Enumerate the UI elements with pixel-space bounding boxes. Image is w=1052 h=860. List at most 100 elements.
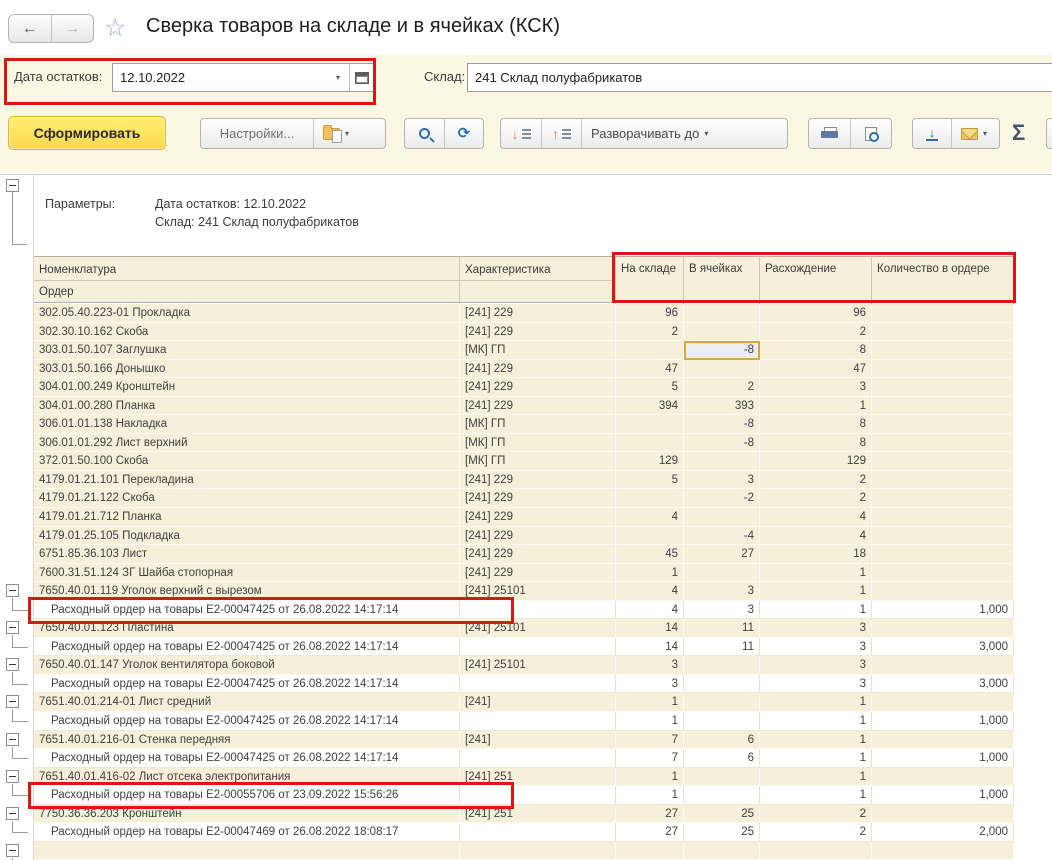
cell-stock[interactable]: 1 (616, 564, 684, 583)
cell-order-qty[interactable] (872, 545, 1014, 564)
cell-nomenclature[interactable]: 7600.31.51.124 ЗГ Шайба стопорная (34, 564, 460, 583)
table-row[interactable]: 306.01.01.292 Лист верхний[МК] ГП-88 (0, 434, 1014, 453)
cell-nomenclature[interactable]: Расходный ордер на товары Е2-00047425 от… (34, 712, 460, 731)
cell-cells[interactable] (684, 304, 760, 323)
table-row[interactable]: 7750.36.36.203 Кронштейн[241] 25127252 (0, 805, 1014, 824)
cell-cells[interactable]: 3 (684, 601, 760, 620)
column-header-stock[interactable]: На складе (616, 257, 684, 304)
group-collapse-marker[interactable] (0, 768, 34, 787)
cell-nomenclature[interactable]: 303.01.50.107 Заглушка (34, 341, 460, 360)
cell-cells[interactable] (684, 564, 760, 583)
cell-discrepancy[interactable]: 1 (760, 712, 872, 731)
cell-stock[interactable]: 14 (616, 619, 684, 638)
table-row[interactable]: 372.01.50.100 Скоба[МК] ГП129129 (0, 452, 1014, 471)
cell-nomenclature[interactable]: 7651.40.01.214-01 Лист средний (34, 693, 460, 712)
column-header-nomenclature[interactable]: Номенклатура Ордер (34, 257, 460, 304)
cell-stock[interactable]: 3 (616, 675, 684, 694)
cell-cells[interactable] (684, 693, 760, 712)
cell-order-qty[interactable] (872, 508, 1014, 527)
cell-stock[interactable]: 27 (616, 805, 684, 824)
cell-discrepancy[interactable] (760, 842, 872, 860)
cell-stock[interactable]: 5 (616, 378, 684, 397)
cell-cells[interactable]: -8 (684, 341, 760, 360)
cell-discrepancy[interactable]: 1 (760, 693, 872, 712)
cell-nomenclature[interactable]: 7650.40.01.119 Уголок верхний с вырезом (34, 582, 460, 601)
settings-button[interactable]: Настройки... (201, 119, 313, 148)
cell-characteristic[interactable] (460, 786, 616, 805)
group-collapse-marker[interactable] (0, 619, 34, 638)
cell-characteristic[interactable]: [241] 229 (460, 508, 616, 527)
find-button[interactable] (405, 119, 444, 148)
cell-order-qty[interactable] (872, 768, 1014, 787)
clipped-edge-button[interactable] (1046, 118, 1052, 149)
cell-characteristic[interactable]: [241] 229 (460, 323, 616, 342)
cell-discrepancy[interactable]: 3 (760, 378, 872, 397)
cell-characteristic[interactable]: [241] 229 (460, 304, 616, 323)
cell-stock[interactable] (616, 415, 684, 434)
group-collapse-marker[interactable] (0, 693, 34, 712)
report-variants-button[interactable]: ▾ (313, 119, 358, 148)
table-row[interactable]: 304.01.00.249 Кронштейн[241] 229523 (0, 378, 1014, 397)
cell-stock[interactable]: 1 (616, 693, 684, 712)
cell-nomenclature[interactable]: 306.01.01.292 Лист верхний (34, 434, 460, 453)
cell-nomenclature[interactable]: 7651.40.01.416-02 Лист отсека электропит… (34, 768, 460, 787)
expand-to-button[interactable]: Разворачивать до ▾ (581, 119, 717, 148)
cell-stock[interactable]: 47 (616, 360, 684, 379)
table-row[interactable]: 4179.01.21.122 Скоба[241] 229-22 (0, 489, 1014, 508)
cell-discrepancy[interactable]: 1 (760, 582, 872, 601)
cell-cells[interactable]: 27 (684, 545, 760, 564)
cell-stock[interactable]: 1 (616, 786, 684, 805)
cell-discrepancy[interactable]: 3 (760, 638, 872, 657)
cell-characteristic[interactable]: [241] 229 (460, 397, 616, 416)
date-dropdown-button[interactable]: ▾ (327, 64, 349, 91)
collapse-groups-button[interactable]: ↓ (501, 119, 541, 148)
table-row[interactable]: 7651.40.01.214-01 Лист средний[241]11 (0, 693, 1014, 712)
cell-discrepancy[interactable]: 2 (760, 323, 872, 342)
table-row[interactable]: 4179.01.25.105 Подкладка[241] 229-44 (0, 527, 1014, 546)
table-row[interactable]: 7650.40.01.123 Пластина[241] 2510114113 (0, 619, 1014, 638)
cell-stock[interactable]: 45 (616, 545, 684, 564)
column-header-order-qty[interactable]: Количество в ордере (872, 257, 1014, 304)
cell-cells[interactable] (684, 360, 760, 379)
cell-cells[interactable]: 11 (684, 638, 760, 657)
cell-characteristic[interactable]: [МК] ГП (460, 452, 616, 471)
cell-order-qty[interactable] (872, 731, 1014, 750)
cell-nomenclature[interactable]: Расходный ордер на товары Е2-00055706 от… (34, 786, 460, 805)
cell-cells[interactable] (684, 675, 760, 694)
table-row[interactable]: Расходный ордер на товары Е2-00047425 от… (0, 712, 1014, 731)
cell-characteristic[interactable] (460, 638, 616, 657)
sum-button[interactable]: Σ (1012, 120, 1025, 146)
cell-characteristic[interactable] (460, 675, 616, 694)
cell-cells[interactable]: -2 (684, 489, 760, 508)
table-row[interactable]: 6751.85.36.103 Лист[241] 229452718 (0, 545, 1014, 564)
cell-characteristic[interactable]: [241] 229 (460, 564, 616, 583)
cell-discrepancy[interactable]: 1 (760, 731, 872, 750)
cell-characteristic[interactable] (460, 842, 616, 860)
cell-discrepancy[interactable]: 3 (760, 675, 872, 694)
cell-discrepancy[interactable]: 1 (760, 786, 872, 805)
cell-cells[interactable]: 6 (684, 749, 760, 768)
cell-stock[interactable] (616, 842, 684, 860)
column-header-discrepancy[interactable]: Расхождение (760, 257, 872, 304)
cell-characteristic[interactable]: [241] (460, 731, 616, 750)
table-row[interactable]: 7600.31.51.124 ЗГ Шайба стопорная[241] 2… (0, 564, 1014, 583)
cell-nomenclature[interactable]: Расходный ордер на товары Е2-00047425 от… (34, 601, 460, 620)
cell-cells[interactable] (684, 656, 760, 675)
cell-characteristic[interactable]: [241] (460, 693, 616, 712)
cell-discrepancy[interactable]: 96 (760, 304, 872, 323)
cell-discrepancy[interactable]: 4 (760, 508, 872, 527)
cell-characteristic[interactable]: [241] 25101 (460, 656, 616, 675)
cell-stock[interactable] (616, 527, 684, 546)
cell-cells[interactable] (684, 786, 760, 805)
cell-characteristic[interactable]: [241] 229 (460, 378, 616, 397)
favorite-star-icon[interactable]: ☆ (104, 14, 126, 42)
expand-groups-button[interactable]: ↑ (541, 119, 581, 148)
cell-cells[interactable] (684, 712, 760, 731)
cell-cells[interactable] (684, 768, 760, 787)
cell-characteristic[interactable]: [МК] ГП (460, 434, 616, 453)
table-row[interactable] (0, 842, 1014, 860)
cell-characteristic[interactable] (460, 712, 616, 731)
cell-cells[interactable]: 6 (684, 731, 760, 750)
cell-nomenclature[interactable]: 4179.01.21.712 Планка (34, 508, 460, 527)
cell-order-qty[interactable] (872, 415, 1014, 434)
